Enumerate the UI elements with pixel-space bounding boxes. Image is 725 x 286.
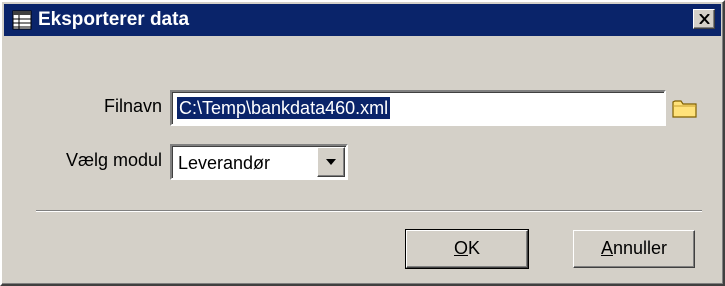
export-dialog: Eksporterer data Filnavn C:\Temp\bankdat… xyxy=(0,0,725,286)
cancel-label: nnuller xyxy=(612,238,668,258)
dialog-title: Eksporterer data xyxy=(38,9,190,30)
filename-label: Filnavn xyxy=(103,96,162,116)
close-button[interactable] xyxy=(693,9,715,29)
filename-input[interactable]: C:\Temp\bankdata460.xml xyxy=(170,90,666,126)
dropdown-button[interactable] xyxy=(317,147,345,177)
spreadsheet-icon xyxy=(12,10,32,30)
title-bar[interactable]: Eksporterer data xyxy=(4,4,721,36)
close-icon xyxy=(699,14,710,24)
ok-mnemonic: O xyxy=(453,238,468,258)
module-select[interactable]: Leverandør xyxy=(170,144,348,180)
folder-icon[interactable] xyxy=(672,97,698,119)
cancel-button[interactable]: Annuller xyxy=(573,230,695,268)
ok-label: K xyxy=(468,238,481,258)
ok-button[interactable]: OK xyxy=(405,229,529,269)
cancel-mnemonic: A xyxy=(600,238,613,258)
separator xyxy=(36,210,702,212)
filename-value[interactable]: C:\Temp\bankdata460.xml xyxy=(177,97,391,119)
chevron-down-icon xyxy=(326,159,336,165)
module-label: Vælg modul xyxy=(65,150,162,170)
module-value: Leverandør xyxy=(178,153,271,173)
